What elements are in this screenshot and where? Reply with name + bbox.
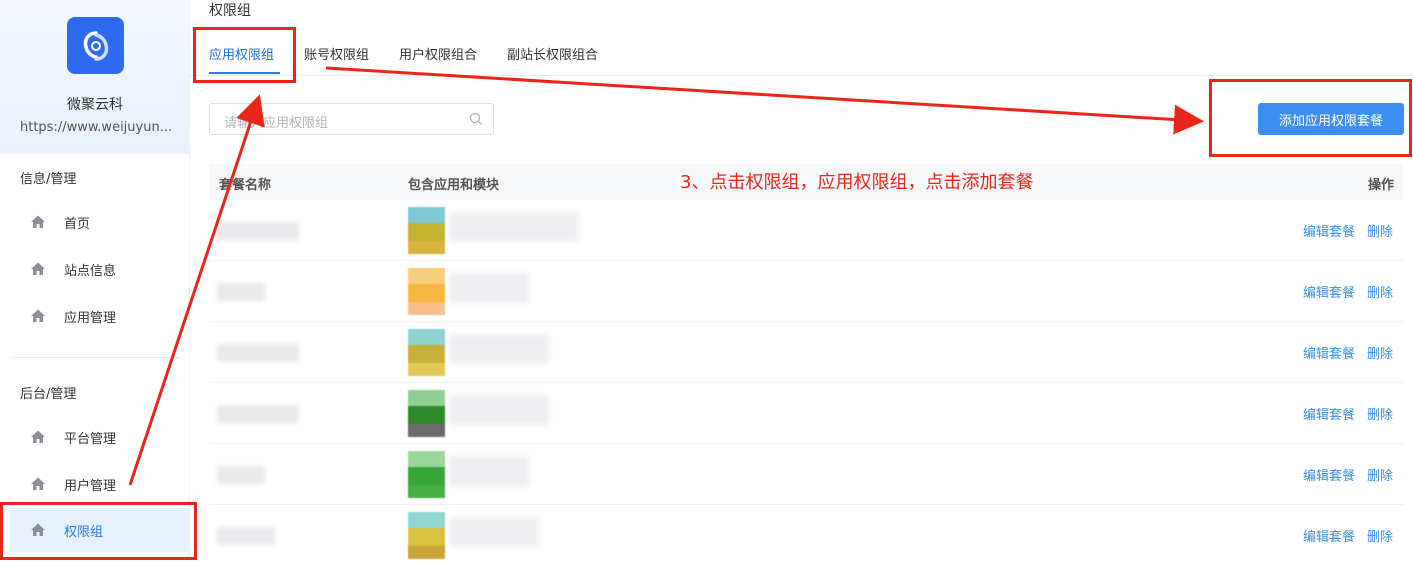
column-header-apps-modules: 包含应用和模块 — [408, 178, 500, 193]
logo-swirl-icon — [83, 30, 108, 61]
edit-package-link[interactable]: 编辑套餐 — [1303, 221, 1355, 240]
page-title: 权限组 — [209, 3, 251, 19]
menu-group-info: 信息/管理 — [20, 172, 77, 187]
edit-package-link[interactable]: 编辑套餐 — [1303, 465, 1355, 484]
sidebar-item-app-management[interactable]: 应用管理 — [10, 294, 190, 338]
sidebar-item-label: 应用管理 — [64, 310, 117, 326]
sidebar-item-site-info[interactable]: 站点信息 — [10, 247, 190, 291]
tab-user-permission-combo[interactable]: 用户权限组合 — [399, 44, 477, 63]
sidebar-item-label: 首页 — [64, 216, 91, 232]
home-icon — [30, 214, 46, 230]
annotation-text: 3、点击权限组，应用权限组，点击添加套餐 — [680, 172, 1034, 193]
site-url: https://www.weijuyun... — [20, 120, 173, 135]
package-name-redacted — [217, 283, 265, 301]
package-name-redacted — [217, 405, 299, 423]
sidebar-divider — [10, 357, 180, 358]
sidebar-item-label: 权限组 — [64, 524, 104, 540]
delete-link[interactable]: 删除 — [1367, 282, 1393, 301]
sidebar: 微聚云科 https://www.weijuyun... 信息/管理 首页 站点… — [0, 0, 190, 562]
delete-link[interactable]: 删除 — [1367, 343, 1393, 362]
app-modules-redacted — [449, 273, 529, 303]
package-name-redacted — [217, 222, 299, 240]
table-row: 编辑套餐 删除 — [209, 444, 1403, 505]
search-icon[interactable] — [469, 112, 483, 126]
app-modules-redacted — [449, 334, 549, 364]
active-tab-indicator — [209, 72, 280, 74]
sidebar-item-platform-management[interactable]: 平台管理 — [10, 415, 190, 459]
table-row: 编辑套餐 删除 — [209, 383, 1403, 444]
brand-panel: 微聚云科 https://www.weijuyun... — [0, 0, 189, 154]
edit-package-link[interactable]: 编辑套餐 — [1303, 343, 1355, 362]
app-modules-redacted — [449, 517, 539, 547]
tab-deputy-permission-combo[interactable]: 副站长权限组合 — [507, 44, 598, 63]
tab-account-permission-group[interactable]: 账号权限组 — [304, 44, 369, 63]
delete-link[interactable]: 删除 — [1367, 404, 1393, 423]
table-row: 编辑套餐 删除 — [209, 322, 1403, 383]
sidebar-item-home[interactable]: 首页 — [10, 200, 190, 244]
delete-link[interactable]: 删除 — [1367, 465, 1393, 484]
home-icon — [30, 476, 46, 492]
package-name-redacted — [217, 527, 275, 545]
app-modules-redacted — [449, 456, 529, 486]
sidebar-item-label: 站点信息 — [64, 263, 117, 279]
sidebar-item-permission-group[interactable]: 权限组 — [10, 508, 190, 552]
package-name-redacted — [217, 466, 265, 484]
edit-package-link[interactable]: 编辑套餐 — [1303, 282, 1355, 301]
edit-package-link[interactable]: 编辑套餐 — [1303, 526, 1355, 545]
home-icon — [30, 429, 46, 445]
search-input[interactable]: 请输入应用权限组 — [209, 103, 494, 135]
app-thumbnail — [408, 207, 445, 254]
table-row: 编辑套餐 删除 — [209, 505, 1403, 562]
app-modules-redacted — [449, 212, 579, 242]
sidebar-item-user-management[interactable]: 用户管理 — [10, 462, 190, 506]
home-icon — [30, 261, 46, 277]
app-thumbnail — [408, 268, 445, 315]
delete-link[interactable]: 删除 — [1367, 221, 1393, 240]
sidebar-item-label: 平台管理 — [64, 431, 117, 447]
sidebar-item-label: 用户管理 — [64, 478, 117, 494]
home-icon — [30, 522, 46, 538]
app-modules-redacted — [449, 395, 549, 425]
app-thumbnail — [408, 390, 445, 437]
site-name: 微聚云科 — [67, 97, 123, 113]
column-header-actions: 操作 — [1368, 178, 1395, 193]
tab-app-permission-group[interactable]: 应用权限组 — [209, 44, 274, 63]
app-thumbnail — [408, 329, 445, 376]
column-header-package-name: 套餐名称 — [219, 178, 272, 193]
table-row: 编辑套餐 删除 — [209, 261, 1403, 322]
app-thumbnail — [408, 512, 445, 559]
app-logo — [67, 17, 124, 74]
delete-link[interactable]: 删除 — [1367, 526, 1393, 545]
tab-bar: 应用权限组 账号权限组 用户权限组合 副站长权限组合 — [190, 36, 1413, 76]
edit-package-link[interactable]: 编辑套餐 — [1303, 404, 1355, 423]
app-thumbnail — [408, 451, 445, 498]
menu-group-backend: 后台/管理 — [20, 387, 77, 402]
home-icon — [30, 308, 46, 324]
search-placeholder: 请输入应用权限组 — [224, 116, 329, 131]
package-name-redacted — [217, 344, 299, 362]
table-row: 编辑套餐 删除 — [209, 200, 1403, 261]
add-app-permission-package-button[interactable]: 添加应用权限套餐 — [1258, 103, 1404, 135]
